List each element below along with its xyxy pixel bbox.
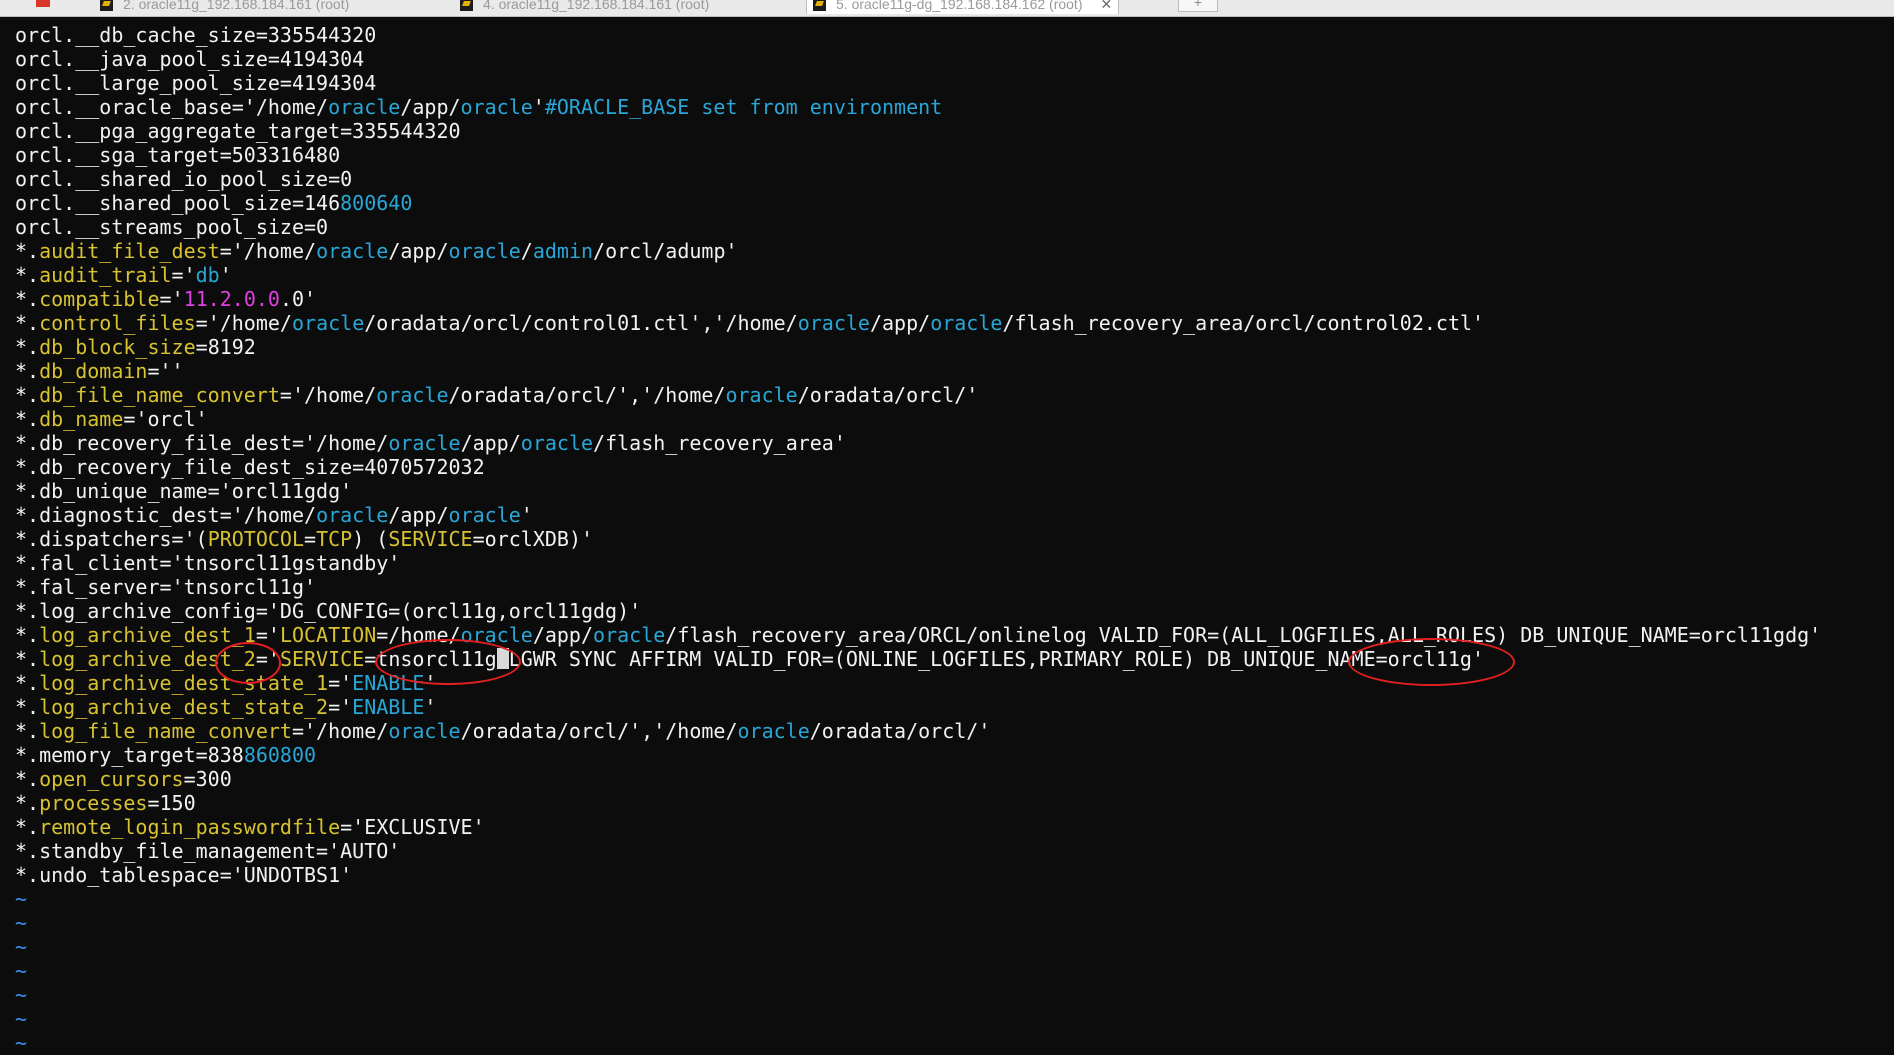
empty-line-tilde: ~ (15, 935, 28, 959)
terminal-icon (460, 0, 473, 11)
editor-line: *.dispatchers='(PROTOCOL=TCP) (SERVICE=o… (15, 527, 594, 551)
editor-line: orcl.__db_cache_size=335544320 (15, 23, 377, 47)
app-icon (36, 0, 50, 7)
editor-line: orcl.__shared_io_pool_size=0 (15, 167, 353, 191)
editor-line: *.log_archive_dest_state_2='ENABLE' (15, 695, 437, 719)
tab-session-5-active[interactable]: 5. oracle11g-dg_192.168.184.162 (root) ✕ (806, 0, 1120, 14)
empty-line-tilde: ~ (15, 887, 28, 911)
editor-line: *.fal_server='tnsorcl11g' (15, 575, 317, 599)
tab-bar: 2. oracle11g_192.168.184.161 (root) 4. o… (0, 0, 1894, 17)
editor-content: orcl.__db_cache_size=335544320 orcl.__jav… (15, 23, 1821, 1055)
text-cursor (496, 648, 509, 669)
editor-line: orcl.__pga_aggregate_target=335544320 (15, 119, 461, 143)
terminal-icon (813, 0, 826, 11)
editor-line: *.db_block_size=8192 (15, 335, 256, 359)
editor-line: *.processes=150 (15, 791, 196, 815)
terminal-icon (100, 0, 113, 11)
terminal-editor[interactable]: orcl.__db_cache_size=335544320 orcl.__jav… (0, 17, 1894, 1055)
editor-line: orcl.__streams_pool_size=0 (15, 215, 329, 239)
editor-line: *.db_unique_name='orcl11gdg' (15, 479, 353, 503)
empty-line-tilde: ~ (15, 1031, 28, 1055)
close-icon[interactable]: ✕ (1100, 0, 1112, 13)
editor-line: *.log_file_name_convert='/home/oracle/or… (15, 719, 991, 743)
tab-label: 5. oracle11g-dg_192.168.184.162 (root) (836, 0, 1083, 12)
editor-line: *.memory_target=838860800 (15, 743, 317, 767)
editor-line: orcl.__oracle_base='/home/oracle/app/ora… (15, 95, 943, 119)
editor-line: *.log_archive_dest_1='LOCATION=/home/ora… (15, 623, 1822, 647)
editor-line: *.db_domain='' (15, 359, 184, 383)
editor-line: orcl.__large_pool_size=4194304 (15, 71, 377, 95)
editor-line: *.log_archive_dest_state_1='ENABLE' (15, 671, 437, 695)
editor-line: *.db_recovery_file_dest_size=4070572032 (15, 455, 485, 479)
empty-line-tilde: ~ (15, 1007, 28, 1031)
tab-session-2[interactable]: 2. oracle11g_192.168.184.161 (root) (100, 0, 349, 14)
editor-line: *.undo_tablespace='UNDOTBS1' (15, 863, 353, 887)
editor-line: *.log_archive_dest_2='SERVICE=tnsorcl11g… (15, 647, 1485, 671)
editor-line: *.control_files='/home/oracle/oradata/or… (15, 311, 1485, 335)
editor-line: *.standby_file_management='AUTO' (15, 839, 401, 863)
editor-line: orcl.__sga_target=503316480 (15, 143, 341, 167)
editor-line: *.db_name='orcl' (15, 407, 208, 431)
new-tab-button[interactable]: + (1178, 0, 1218, 12)
editor-line: *.audit_file_dest='/home/oracle/app/orac… (15, 239, 738, 263)
editor-line: *.diagnostic_dest='/home/oracle/app/orac… (15, 503, 533, 527)
empty-line-tilde: ~ (15, 959, 28, 983)
empty-line-tilde: ~ (15, 983, 28, 1007)
editor-line: orcl.__java_pool_size=4194304 (15, 47, 365, 71)
empty-line-tilde: ~ (15, 911, 28, 935)
editor-line: *.db_file_name_convert='/home/oracle/ora… (15, 383, 979, 407)
tab-label: 4. oracle11g_192.168.184.161 (root) (483, 0, 710, 12)
editor-line: *.fal_client='tnsorcl11gstandby' (15, 551, 401, 575)
editor-line: *.audit_trail='db' (15, 263, 232, 287)
editor-line: *.open_cursors=300 (15, 767, 232, 791)
editor-line: *.log_archive_config='DG_CONFIG=(orcl11g… (15, 599, 642, 623)
tab-session-4[interactable]: 4. oracle11g_192.168.184.161 (root) (460, 0, 709, 14)
tab-label: 2. oracle11g_192.168.184.161 (root) (123, 0, 350, 12)
editor-line: *.remote_login_passwordfile='EXCLUSIVE' (15, 815, 485, 839)
editor-line: orcl.__shared_pool_size=146800640 (15, 191, 413, 215)
editor-line: *.compatible='11.2.0.0.0' (15, 287, 317, 311)
editor-line: *.db_recovery_file_dest='/home/oracle/ap… (15, 431, 846, 455)
